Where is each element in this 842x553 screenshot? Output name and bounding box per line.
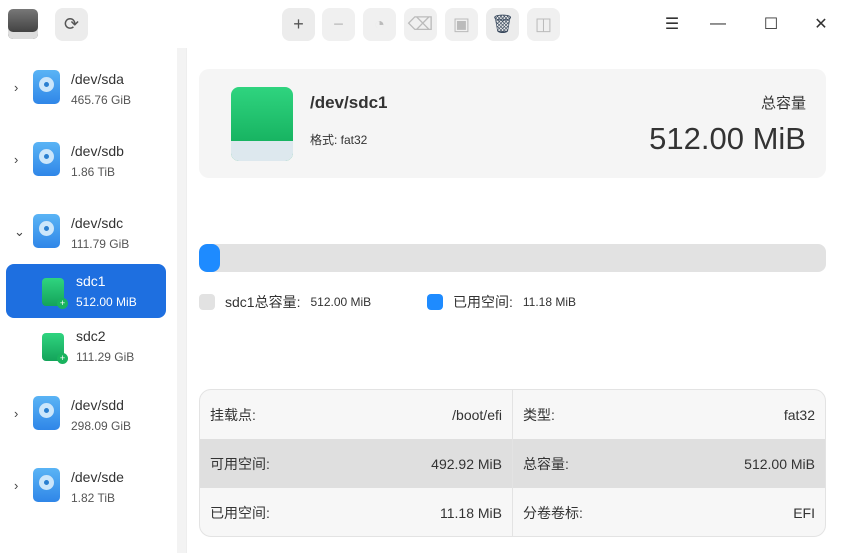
legend-label: 已用空间: — [453, 294, 513, 310]
close-button[interactable]: ✕ — [806, 10, 836, 38]
legend-value: 512.00 MiB — [310, 295, 372, 309]
info-key: 已用空间: — [210, 504, 270, 521]
partition-size: 512.00 MiB — [76, 295, 137, 309]
partition-item-sdc1[interactable]: sdc1 512.00 MiB — [6, 264, 166, 318]
refresh-button[interactable]: ⟳ — [55, 8, 88, 41]
table-row: 可用空间: 492.92 MiB 总容量: 512.00 MiB — [200, 439, 825, 488]
minimize-button[interactable]: — — [703, 10, 733, 38]
disk-size: 1.82 TiB — [71, 491, 116, 505]
info-value: 11.18 MiB — [440, 504, 502, 521]
partition-large-icon — [231, 87, 293, 161]
disk-size: 111.79 GiB — [71, 237, 130, 251]
info-value: fat32 — [783, 406, 815, 423]
disk-icon — [33, 396, 60, 430]
disk-item-sdb[interactable]: › /dev/sdb 1.86 TiB — [6, 134, 166, 188]
info-key: 类型: — [523, 406, 555, 423]
disk-item-sda[interactable]: › /dev/sda 465.76 GiB — [6, 62, 166, 116]
partition-size: 111.29 GiB — [76, 350, 135, 364]
legend-swatch — [427, 294, 443, 310]
info-value: 512.00 MiB — [744, 455, 815, 472]
legend-label: sdc1总容量: — [225, 294, 301, 310]
disk-name: /dev/sdd — [71, 397, 124, 413]
chevron-right-icon[interactable]: › — [14, 152, 18, 167]
chevron-right-icon[interactable]: › — [14, 406, 18, 421]
disk-item-sdc[interactable]: ⌄ /dev/sdc 111.79 GiB — [6, 206, 166, 260]
disk-name: /dev/sdc — [71, 215, 124, 231]
maximize-button[interactable]: ☐ — [756, 10, 786, 38]
app-logo-icon — [8, 9, 38, 39]
partition-format: 格式: fat32 — [310, 133, 368, 147]
partition-info-table: 挂载点: /boot/efi 类型: fat32 可用空间: 492.92 MiB 总… — [199, 389, 826, 537]
disk-item-sde[interactable]: › /dev/sde 1.82 TiB — [6, 460, 166, 514]
partition-icon — [42, 333, 68, 364]
info-value: 492.92 MiB — [431, 455, 502, 472]
table-row: 已用空间: 11.18 MiB 分卷卷标: EFI — [200, 488, 825, 536]
capacity-label: 总容量 — [760, 95, 806, 112]
disk-size: 298.09 GiB — [71, 419, 132, 433]
titlebar: ⟳ + − ◔ ⌫ ▣ 🗑 ◫ ☰ — ☐ ✕ — [0, 0, 842, 48]
disk-name: /dev/sde — [71, 469, 124, 485]
disk-size: 1.86 TiB — [71, 165, 116, 179]
disk-item-sdd[interactable]: › /dev/sdd 298.09 GiB — [6, 388, 166, 442]
usage-bar — [199, 244, 826, 272]
legend-total: sdc1总容量: 512.00 MiB — [199, 292, 371, 312]
disk-icon — [33, 142, 60, 176]
restore-button[interactable]: ▣ — [445, 8, 478, 41]
device-list: › /dev/sda 465.76 GiB › /dev/sdb 1.86 TiB ⌄ /… — [0, 48, 177, 553]
partition-title: /dev/sdc1 — [310, 93, 388, 112]
info-value: EFI — [793, 504, 815, 521]
remove-partition-button[interactable]: − — [322, 8, 355, 41]
legend-swatch — [199, 294, 215, 310]
table-row: 挂载点: /boot/efi 类型: fat32 — [200, 390, 825, 439]
disk-icon — [33, 468, 60, 502]
disk-icon — [33, 214, 60, 248]
erase-button[interactable]: ⌫ — [404, 8, 437, 41]
info-key: 分卷卷标: — [523, 504, 583, 521]
menu-button[interactable]: ☰ — [657, 10, 687, 38]
disk-name: /dev/sdb — [71, 143, 124, 159]
chevron-down-icon[interactable]: ⌄ — [14, 224, 25, 240]
partition-item-sdc2[interactable]: sdc2 111.29 GiB — [6, 319, 166, 373]
chevron-right-icon[interactable]: › — [14, 80, 18, 95]
partition-name: sdc1 — [76, 273, 106, 289]
info-key: 挂载点: — [210, 406, 256, 423]
disk-name: /dev/sda — [71, 71, 124, 87]
partition-icon — [42, 278, 68, 309]
add-partition-button[interactable]: + — [282, 8, 315, 41]
info-key: 可用空间: — [210, 455, 270, 472]
legend-used: 已用空间: 11.18 MiB — [427, 292, 576, 312]
partition-name: sdc2 — [76, 328, 106, 344]
split-button[interactable]: ◫ — [527, 8, 560, 41]
divider — [177, 48, 186, 553]
partition-button[interactable]: ◔ — [363, 8, 396, 41]
disk-icon — [33, 70, 60, 104]
delete-button[interactable]: 🗑 — [486, 8, 519, 41]
info-value: /boot/efi — [452, 406, 502, 423]
capacity-value: 512.00 MiB — [649, 121, 806, 156]
usage-bar-fill — [199, 244, 220, 272]
detail-panel: /dev/sdc1 格式: fat32 总容量 512.00 MiB sdc1总… — [186, 48, 842, 553]
chevron-right-icon[interactable]: › — [14, 478, 18, 493]
partition-summary-card: /dev/sdc1 格式: fat32 总容量 512.00 MiB — [199, 69, 826, 178]
disk-size: 465.76 GiB — [71, 93, 132, 107]
info-key: 总容量: — [523, 455, 569, 472]
legend-value: 11.18 MiB — [522, 295, 577, 309]
